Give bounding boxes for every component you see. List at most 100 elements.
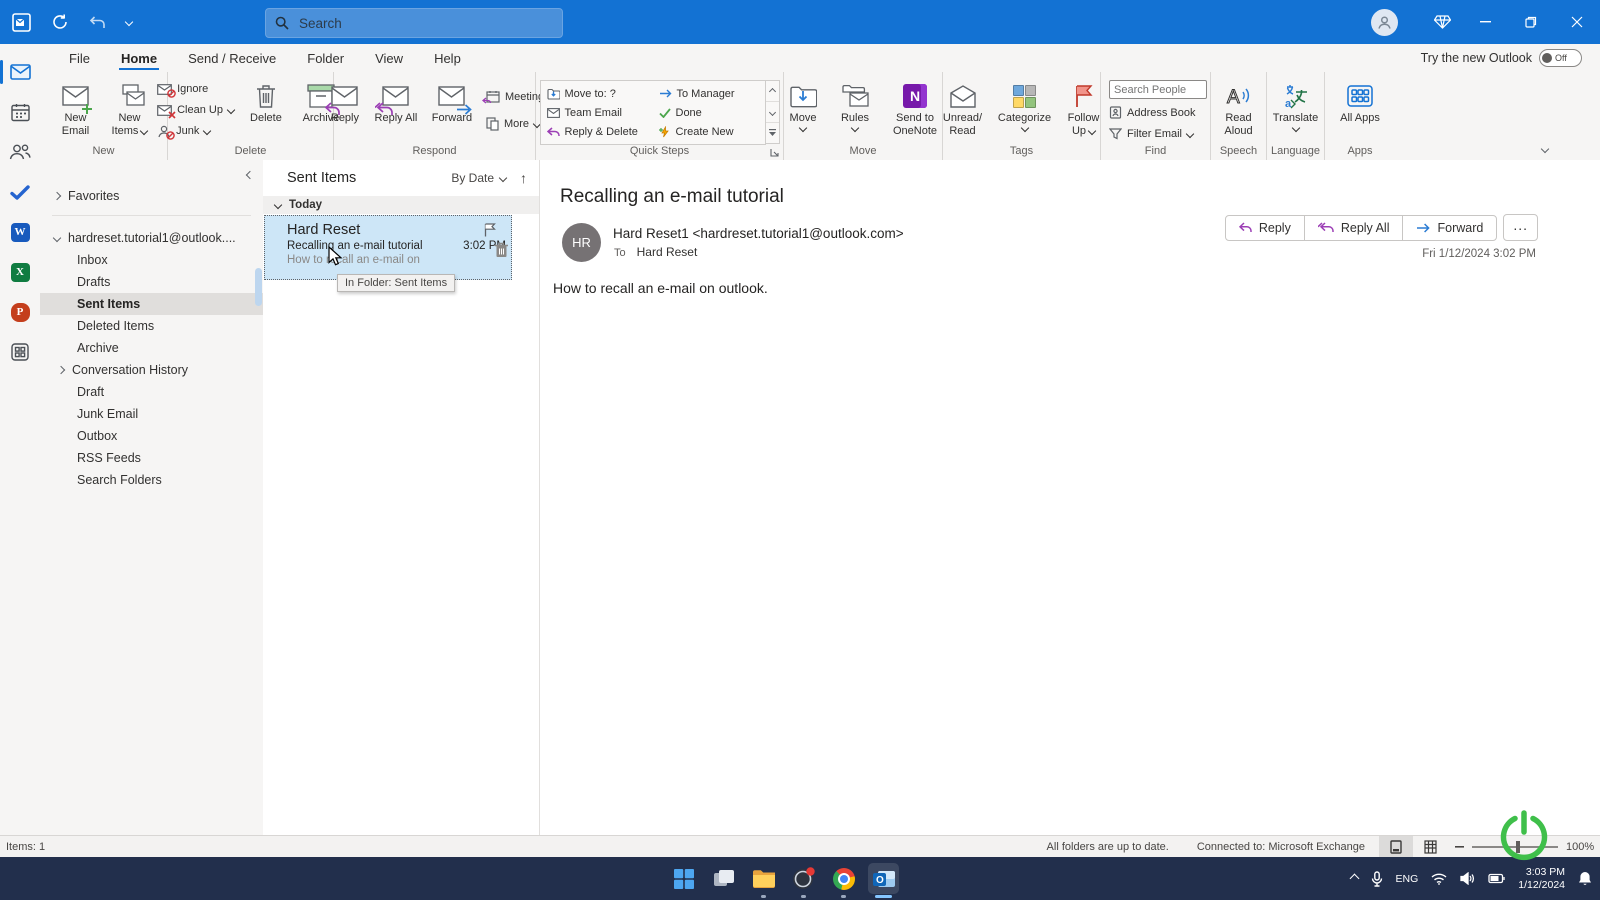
sort-by-date-dropdown[interactable]: By Date bbox=[451, 171, 506, 185]
reply-all-action-button[interactable]: Reply All bbox=[1304, 216, 1403, 240]
obs-studio-button[interactable] bbox=[788, 863, 819, 894]
clean-up-button[interactable]: Clean Up bbox=[154, 100, 237, 121]
folder-outbox[interactable]: Outbox bbox=[40, 425, 263, 447]
rail-people-button[interactable] bbox=[0, 132, 40, 172]
wifi-tray-icon[interactable] bbox=[1431, 873, 1447, 885]
tab-file[interactable]: File bbox=[67, 47, 92, 70]
rules-button[interactable]: Rules bbox=[832, 78, 878, 133]
all-apps-button[interactable]: All Apps bbox=[1335, 78, 1385, 127]
translate-button[interactable]: a Translate bbox=[1267, 78, 1325, 133]
quick-step-team-email[interactable]: Team Email bbox=[547, 103, 659, 122]
chrome-button[interactable] bbox=[828, 863, 859, 894]
close-button[interactable] bbox=[1554, 0, 1600, 44]
reply-action-button[interactable]: Reply bbox=[1226, 216, 1304, 240]
customize-toolbar-chevron-icon[interactable] bbox=[125, 18, 133, 26]
folder-draft[interactable]: Draft bbox=[40, 381, 263, 403]
account-header[interactable]: hardreset.tutorial1@outlook.... bbox=[40, 226, 263, 249]
file-explorer-button[interactable] bbox=[748, 863, 779, 894]
rail-powerpoint-button[interactable]: P bbox=[0, 292, 40, 332]
zoom-level[interactable]: 100% bbox=[1566, 841, 1600, 853]
microphone-tray-icon[interactable] bbox=[1371, 871, 1383, 887]
volume-tray-icon[interactable] bbox=[1460, 872, 1475, 885]
flag-icon[interactable] bbox=[484, 223, 496, 237]
quick-steps-scroll-up[interactable] bbox=[766, 81, 779, 102]
tab-help[interactable]: Help bbox=[432, 47, 463, 70]
folder-inbox[interactable]: Inbox bbox=[40, 249, 263, 271]
folder-archive[interactable]: Archive bbox=[40, 337, 263, 359]
rail-mail-button[interactable] bbox=[0, 52, 40, 92]
outlook-taskbar-button[interactable]: O bbox=[868, 863, 899, 894]
search-input[interactable] bbox=[297, 15, 501, 32]
quick-step-to-manager[interactable]: To Manager bbox=[659, 84, 763, 103]
search-bar[interactable] bbox=[265, 8, 563, 38]
folder-rss-feeds[interactable]: RSS Feeds bbox=[40, 447, 263, 469]
quick-step-move-to[interactable]: Move to: ? bbox=[547, 84, 659, 103]
folder-search-folders[interactable]: Search Folders bbox=[40, 469, 263, 491]
normal-view-button[interactable] bbox=[1413, 836, 1447, 857]
to-recipient[interactable]: Hard Reset bbox=[637, 245, 698, 259]
quick-step-reply-delete[interactable]: Reply & Delete bbox=[547, 122, 659, 141]
folder-conversation-history[interactable]: Conversation History bbox=[40, 359, 263, 381]
search-people-input[interactable] bbox=[1109, 80, 1207, 99]
folder-deleted-items[interactable]: Deleted Items bbox=[40, 315, 263, 337]
reading-view-button[interactable] bbox=[1379, 836, 1413, 857]
tray-show-hidden-icons[interactable] bbox=[1349, 874, 1359, 884]
tab-folder[interactable]: Folder bbox=[305, 47, 346, 70]
send-receive-sync-icon[interactable] bbox=[51, 13, 69, 31]
sender-avatar[interactable]: HR bbox=[562, 223, 601, 262]
notifications-bell-icon[interactable] bbox=[1578, 871, 1592, 886]
rail-more-apps-button[interactable] bbox=[0, 332, 40, 372]
filter-email-button[interactable]: Filter Email bbox=[1109, 123, 1207, 144]
start-button[interactable] bbox=[668, 863, 699, 894]
quick-step-create-new[interactable]: Create New bbox=[659, 122, 763, 141]
collapse-ribbon-chevron-icon[interactable] bbox=[1541, 145, 1549, 153]
premium-diamond-icon[interactable] bbox=[1422, 0, 1462, 44]
quick-steps-more[interactable] bbox=[766, 123, 779, 143]
folder-sent-items[interactable]: Sent Items bbox=[40, 293, 263, 315]
ignore-button[interactable]: Ignore bbox=[154, 79, 237, 100]
quick-steps-scroll-down[interactable] bbox=[766, 102, 779, 123]
forward-button[interactable]: Forward bbox=[424, 78, 480, 127]
minimize-button[interactable] bbox=[1462, 0, 1508, 44]
reply-button[interactable]: Reply bbox=[322, 78, 368, 127]
quick-step-done[interactable]: Done bbox=[659, 103, 763, 122]
collapse-folder-pane-icon[interactable] bbox=[246, 171, 254, 179]
email-list-item[interactable]: Hard Reset Recalling an e-mail tutorial … bbox=[264, 215, 512, 280]
quick-steps-dialog-launcher-icon[interactable] bbox=[770, 148, 779, 157]
account-avatar[interactable] bbox=[1371, 9, 1398, 36]
forward-action-button[interactable]: Forward bbox=[1402, 216, 1496, 240]
task-view-button[interactable] bbox=[708, 863, 739, 894]
tab-home[interactable]: Home bbox=[119, 47, 159, 70]
folder-drafts[interactable]: Drafts bbox=[40, 271, 263, 293]
move-button[interactable]: Move bbox=[780, 78, 826, 133]
delete-button[interactable]: Delete bbox=[243, 78, 289, 127]
language-indicator[interactable]: ENG bbox=[1396, 873, 1419, 885]
new-items-button[interactable]: New Items bbox=[104, 78, 156, 140]
folder-junk-email[interactable]: Junk Email bbox=[40, 403, 263, 425]
categorize-button[interactable]: Categorize bbox=[994, 78, 1056, 133]
more-actions-button[interactable]: ... bbox=[1503, 214, 1538, 241]
junk-button[interactable]: Junk bbox=[154, 121, 237, 142]
address-book-button[interactable]: Address Book bbox=[1109, 102, 1207, 123]
read-aloud-button[interactable]: A Read Aloud bbox=[1214, 78, 1264, 140]
rail-todo-button[interactable] bbox=[0, 172, 40, 212]
rail-word-button[interactable]: W bbox=[0, 212, 40, 252]
rail-calendar-button[interactable] bbox=[0, 92, 40, 132]
new-email-button[interactable]: New Email bbox=[52, 78, 100, 140]
delete-email-icon[interactable] bbox=[494, 242, 509, 258]
tab-send-receive[interactable]: Send / Receive bbox=[186, 47, 278, 70]
new-outlook-toggle[interactable]: Off bbox=[1539, 49, 1582, 67]
unread-read-button[interactable]: Unread/ Read bbox=[936, 78, 990, 140]
battery-tray-icon[interactable] bbox=[1488, 873, 1505, 884]
sort-direction-button[interactable]: ↑ bbox=[520, 170, 527, 186]
ribbon-tab-bar: File Home Send / Receive Folder View Hel… bbox=[40, 44, 1600, 72]
folder-pane-scrollbar[interactable] bbox=[255, 268, 262, 306]
date-group-header[interactable]: Today bbox=[263, 196, 539, 214]
reply-all-button[interactable]: Reply All bbox=[371, 78, 421, 127]
rail-excel-button[interactable]: X bbox=[0, 252, 40, 292]
restore-button[interactable] bbox=[1508, 0, 1554, 44]
undo-icon[interactable] bbox=[89, 15, 106, 30]
favorites-section[interactable]: Favorites bbox=[40, 184, 263, 207]
tab-view[interactable]: View bbox=[373, 47, 405, 70]
taskbar-clock[interactable]: 3:03 PM 1/12/2024 bbox=[1518, 866, 1565, 892]
